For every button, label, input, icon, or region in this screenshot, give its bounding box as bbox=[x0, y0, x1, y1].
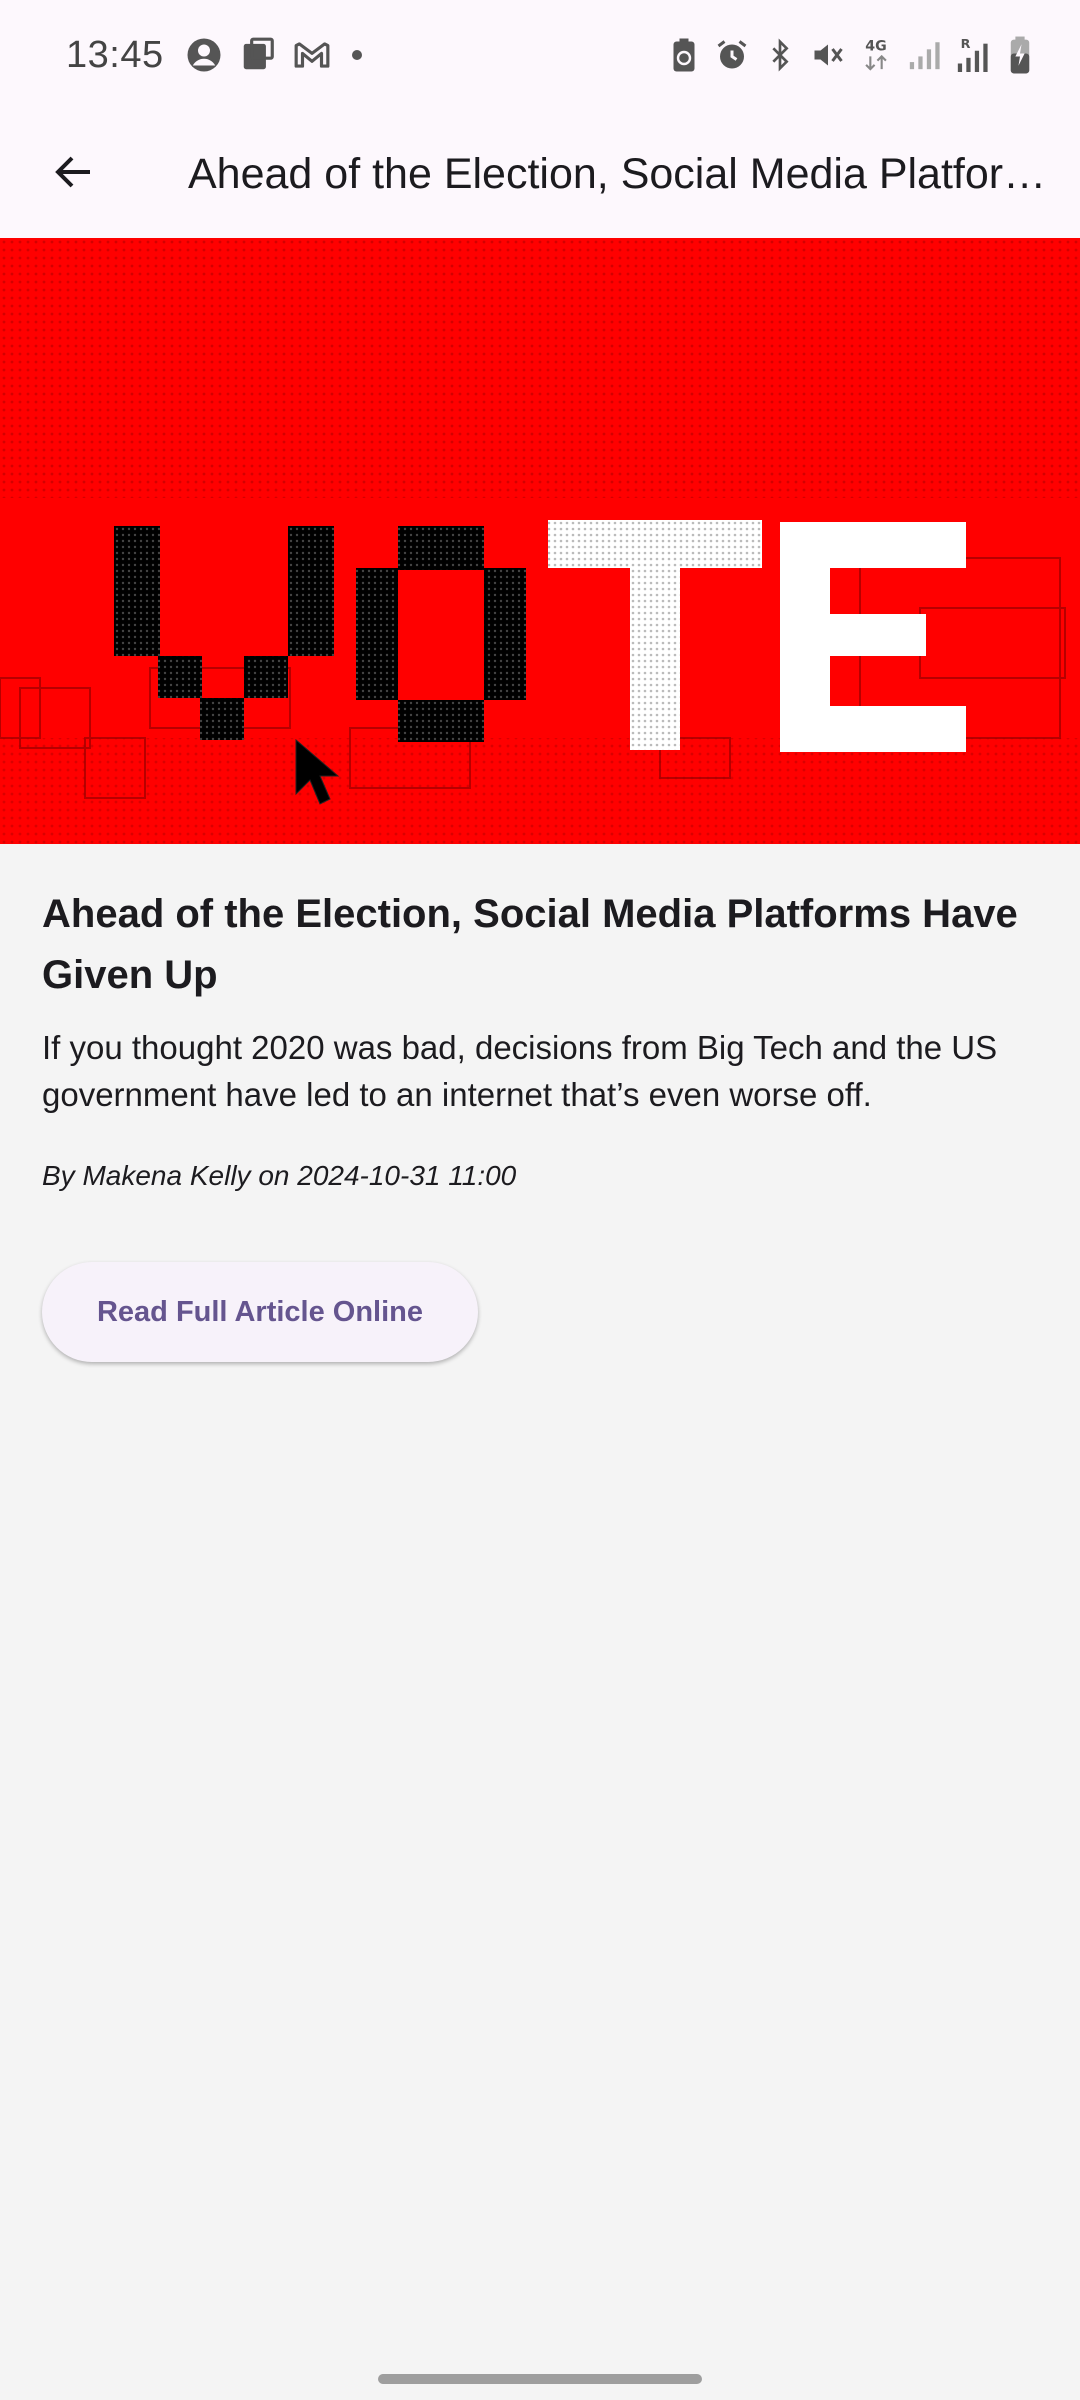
signal-roaming-icon: R bbox=[952, 35, 992, 75]
signal-icon bbox=[904, 35, 944, 75]
dot-icon bbox=[351, 50, 362, 60]
back-button[interactable] bbox=[26, 126, 122, 222]
account-icon bbox=[184, 35, 224, 75]
battery-saver-icon bbox=[664, 35, 704, 75]
cast-icon bbox=[238, 35, 278, 75]
status-bar-left: 13:45 bbox=[66, 34, 362, 77]
svg-text:R: R bbox=[961, 37, 971, 52]
bluetooth-icon bbox=[760, 35, 800, 75]
read-full-article-button[interactable]: Read Full Article Online bbox=[42, 1262, 478, 1362]
article-headline: Ahead of the Election, Social Media Plat… bbox=[42, 892, 1018, 997]
battery-icon bbox=[1000, 35, 1040, 75]
svg-text:4G: 4G bbox=[865, 39, 886, 55]
alarm-icon bbox=[712, 35, 752, 75]
app-bar: Ahead of the Election, Social Media Plat… bbox=[0, 110, 1080, 238]
gmail-icon bbox=[292, 35, 332, 75]
mute-icon bbox=[808, 35, 848, 75]
app-bar-title: Ahead of the Election, Social Media Plat… bbox=[188, 149, 1048, 198]
status-bar: 13:45 4G R bbox=[0, 0, 1080, 110]
article-hero-image bbox=[0, 238, 1080, 844]
status-bar-right: 4G R bbox=[664, 35, 1040, 75]
article-content: Ahead of the Election, Social Media Plat… bbox=[42, 884, 1042, 1192]
article-summary: If you thought 2020 was bad, decisions f… bbox=[42, 1029, 998, 1113]
network-4g-icon: 4G bbox=[856, 35, 896, 75]
home-indicator[interactable] bbox=[378, 2374, 702, 2384]
status-time: 13:45 bbox=[66, 33, 164, 76]
arrow-back-icon bbox=[50, 148, 98, 201]
vote-illustration bbox=[0, 238, 1080, 844]
article-byline: By Makena Kelly on 2024-10-31 11:00 bbox=[42, 1160, 517, 1191]
